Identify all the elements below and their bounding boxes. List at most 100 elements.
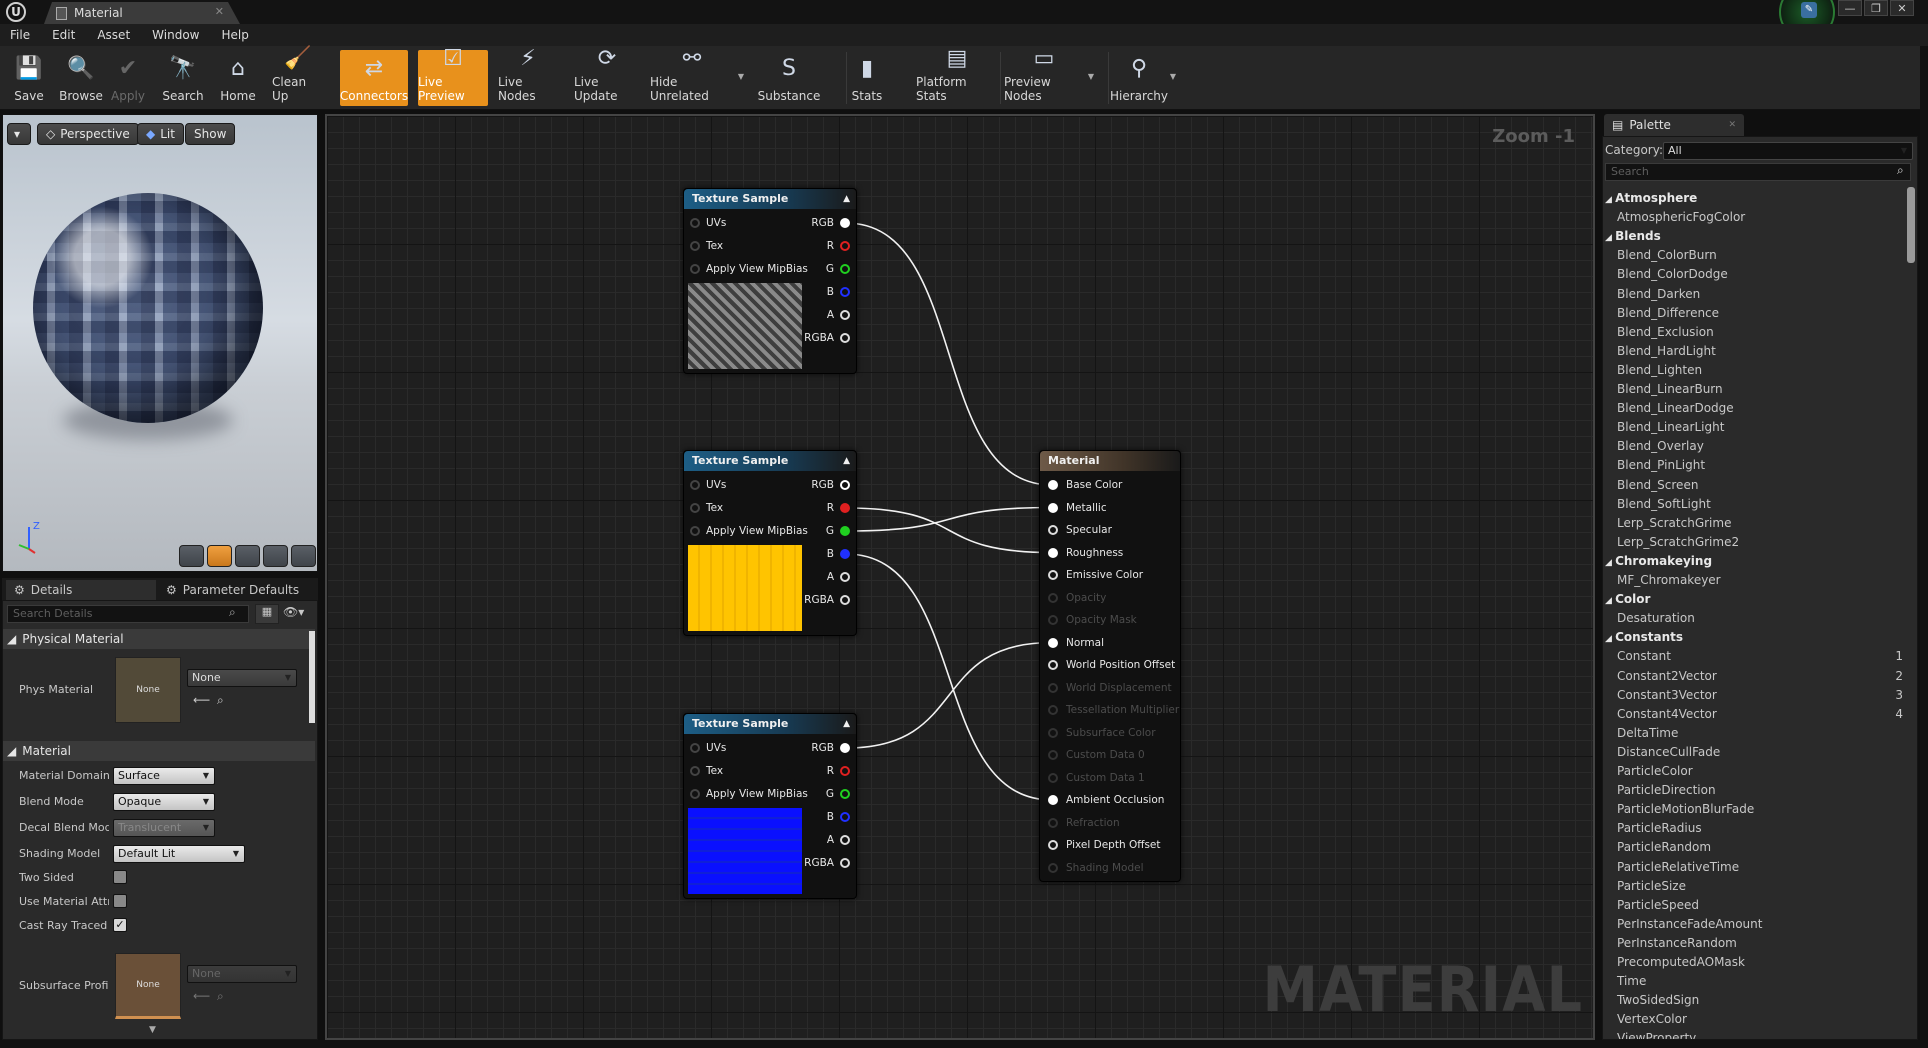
palette-item[interactable]: ParticleDirection <box>1617 783 1716 797</box>
input-pin-icon[interactable] <box>1048 480 1058 490</box>
collapse-node-icon[interactable]: ▲ <box>843 714 850 734</box>
physical-material-category[interactable]: ◢ Physical Material <box>3 629 315 649</box>
scroll-down-icon[interactable]: ▼ <box>149 1025 156 1035</box>
preview-plane-button[interactable] <box>235 545 260 567</box>
output-pin-icon[interactable] <box>840 743 850 753</box>
palette-item[interactable]: ParticleMotionBlurFade <box>1617 802 1754 816</box>
save-button[interactable]: 💾 Save <box>8 50 50 106</box>
input-pin-icon[interactable] <box>1048 570 1058 580</box>
node-header[interactable]: Material <box>1040 451 1180 471</box>
hierarchy-button[interactable]: ⚲ Hierarchy ▼ <box>1110 50 1176 106</box>
menu-file[interactable]: File <box>10 28 30 42</box>
tab-palette[interactable]: ▤ Palette ✕ <box>1604 114 1744 136</box>
palette-item[interactable]: Blend_LinearLight <box>1617 420 1724 434</box>
home-button[interactable]: ⌂ Home <box>218 50 258 106</box>
wire[interactable] <box>845 553 1053 801</box>
palette-item[interactable]: Blend_Screen <box>1617 478 1698 492</box>
palette-item[interactable]: DeltaTime <box>1617 726 1678 740</box>
palette-item[interactable]: Constant4Vector <box>1617 707 1717 721</box>
palette-item[interactable]: AtmosphericFogColor <box>1617 210 1745 224</box>
input-pin-icon[interactable] <box>1048 840 1058 850</box>
menu-edit[interactable]: Edit <box>52 28 75 42</box>
connectors-button[interactable]: ⇄ Connectors <box>340 50 408 106</box>
palette-item[interactable]: ParticleRelativeTime <box>1617 860 1739 874</box>
output-pin-icon[interactable] <box>840 241 850 251</box>
use-selected-icon[interactable]: ⟵ <box>193 989 210 1003</box>
close-tab-icon[interactable]: ✕ <box>215 5 224 18</box>
maximize-button[interactable]: ❐ <box>1864 0 1888 16</box>
preview-sphere-button[interactable] <box>207 545 232 567</box>
browse-asset-icon[interactable]: ⌕ <box>217 989 224 1004</box>
palette-item[interactable]: Lerp_ScratchGrime2 <box>1617 535 1739 549</box>
show-button[interactable]: Show <box>185 123 236 145</box>
tab-parameter-defaults[interactable]: ⚙ Parameter Defaults <box>158 580 304 600</box>
blend-mode-select[interactable]: Opaque <box>113 793 215 811</box>
close-window-button[interactable]: ✕ <box>1890 0 1914 16</box>
input-pin-icon[interactable] <box>1048 525 1058 535</box>
lit-button[interactable]: ◆ Lit <box>137 123 184 145</box>
collapse-arrow-icon[interactable]: ◢ <box>1605 195 1615 205</box>
node-header[interactable]: Texture Sample ▲ <box>684 451 856 471</box>
hide-unrelated-button[interactable]: ⚯ Hide Unrelated ▼ <box>650 46 744 106</box>
clean-up-button[interactable]: 🧹 Clean Up <box>272 46 324 106</box>
palette-item[interactable]: VertexColor <box>1617 1012 1687 1026</box>
output-pin-icon[interactable] <box>840 310 850 320</box>
material-category[interactable]: ◢ Material <box>3 741 315 761</box>
palette-item[interactable]: TwoSidedSign <box>1617 993 1699 1007</box>
input-pin-icon[interactable] <box>690 526 700 536</box>
menu-window[interactable]: Window <box>152 28 199 42</box>
menu-asset[interactable]: Asset <box>97 28 130 42</box>
viewport-options-button[interactable]: ▾ <box>7 123 31 145</box>
texture-sample-node[interactable]: Texture Sample ▲ UVs Tex Apply View MipBias R… <box>683 188 857 374</box>
palette-item[interactable]: ViewProperty <box>1617 1031 1696 1039</box>
preview-cube-button[interactable] <box>263 545 288 567</box>
palette-item[interactable]: Constant <box>1617 649 1671 663</box>
output-pin-icon[interactable] <box>840 812 850 822</box>
input-pin-icon[interactable] <box>1048 637 1058 648</box>
input-pin-icon[interactable] <box>690 241 700 251</box>
dropdown-arrow-icon[interactable]: ▼ <box>1170 72 1176 81</box>
palette-item[interactable]: Blend_ColorDodge <box>1617 267 1728 281</box>
palette-item[interactable]: DistanceCullFade <box>1617 745 1720 759</box>
palette-item[interactable]: MF_Chromakeyer <box>1617 573 1721 587</box>
palette-item[interactable]: Time <box>1617 974 1646 988</box>
feedback-icon[interactable]: ✎ <box>1801 2 1817 18</box>
output-pin-icon[interactable] <box>840 480 850 490</box>
node-header[interactable]: Texture Sample ▲ <box>684 714 856 734</box>
details-scrollbar[interactable] <box>309 631 315 723</box>
node-header[interactable]: Texture Sample ▲ <box>684 189 856 209</box>
palette-item[interactable]: Blend_Difference <box>1617 306 1719 320</box>
stats-button[interactable]: ▮ Stats <box>848 50 886 106</box>
palette-item[interactable]: Blend_Exclusion <box>1617 325 1714 339</box>
collapse-node-icon[interactable]: ▲ <box>843 451 850 471</box>
use-selected-icon[interactable]: ⟵ <box>193 693 210 707</box>
visibility-eye-icon[interactable]: 👁▾ <box>283 605 304 619</box>
two-sided-checkbox[interactable] <box>113 870 127 884</box>
palette-item[interactable]: Blend_HardLight <box>1617 344 1716 358</box>
palette-item[interactable]: PerInstanceFadeAmount <box>1617 917 1762 931</box>
close-tab-icon[interactable]: ✕ <box>1728 120 1736 130</box>
palette-item[interactable]: Blend_Lighten <box>1617 363 1702 377</box>
dropdown-arrow-icon[interactable]: ▼ <box>738 72 744 81</box>
palette-item[interactable]: Constant3Vector <box>1617 688 1717 702</box>
view-options-icon[interactable]: ▦ <box>255 604 279 624</box>
palette-item[interactable]: PerInstanceRandom <box>1617 936 1737 950</box>
material-result-node[interactable]: Material Base Color Metallic Specular Roughn… <box>1039 450 1181 882</box>
preview-viewport[interactable]: ▾ ◇ Perspective ◆ Lit Show Z <box>2 114 318 572</box>
collapse-arrow-icon[interactable]: ◢ <box>1605 596 1615 606</box>
unreal-logo-icon[interactable]: U <box>6 2 26 22</box>
live-nodes-button[interactable]: ⚡ Live Nodes <box>498 46 558 106</box>
palette-category[interactable]: ◢ Atmosphere <box>1605 191 1697 205</box>
palette-item[interactable]: Lerp_ScratchGrime <box>1617 516 1731 530</box>
preview-nodes-button[interactable]: ▭ Preview Nodes ▼ <box>1004 46 1094 106</box>
collapse-arrow-icon[interactable]: ◢ <box>1605 558 1615 568</box>
input-pin-icon[interactable] <box>690 264 700 274</box>
palette-category[interactable]: ◢ Chromakeying <box>1605 554 1712 568</box>
substance-button[interactable]: S Substance <box>754 50 824 106</box>
output-pin-icon[interactable] <box>840 572 850 582</box>
cast-ray-traced-shadows-checkbox[interactable]: ✓ <box>113 918 127 932</box>
use-material-attributes-checkbox[interactable] <box>113 894 127 908</box>
palette-item[interactable]: PrecomputedAOMask <box>1617 955 1745 969</box>
output-pin-icon[interactable] <box>840 264 850 274</box>
browse-asset-icon[interactable]: ⌕ <box>217 693 224 708</box>
